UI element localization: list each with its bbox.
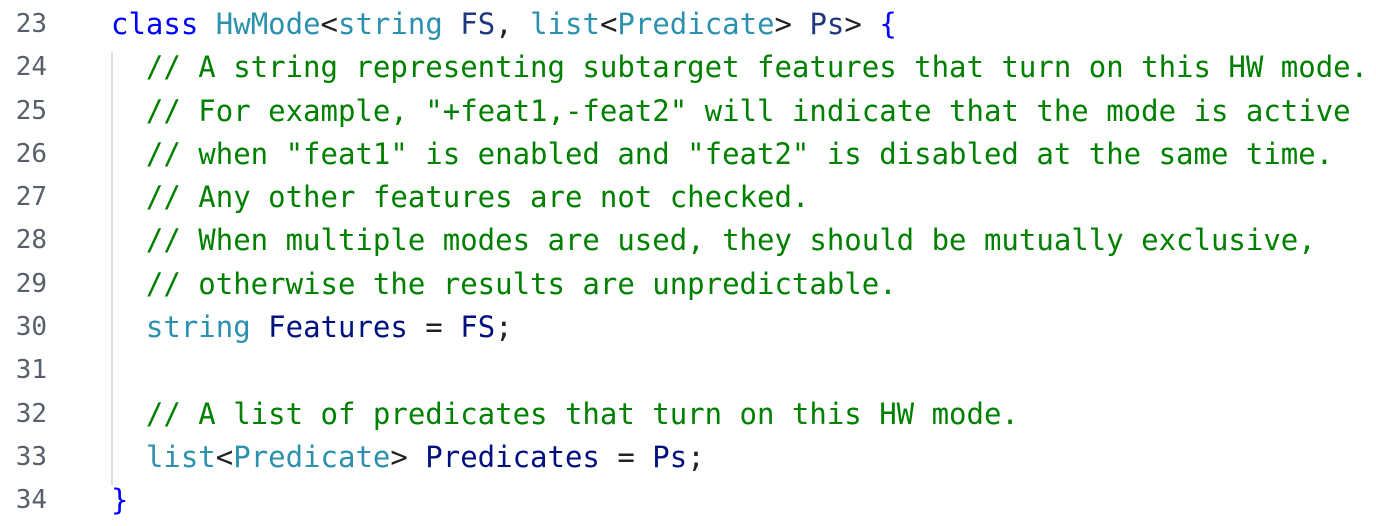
code-text: string Features = FS; xyxy=(111,306,513,349)
code-token-punct: ; xyxy=(687,439,705,474)
line-number: 34 xyxy=(15,485,47,516)
code-token-punct xyxy=(111,440,146,474)
code-token-punct: > xyxy=(390,439,426,474)
line-number: 28 xyxy=(15,225,47,256)
code-token-punct xyxy=(251,310,268,344)
code-text: class HwMode<string FS, list<Predicate> … xyxy=(111,3,897,46)
code-token-punct: ; xyxy=(495,310,513,345)
code-token-punct xyxy=(111,223,146,257)
code-line[interactable]: 25 // For example, "+feat1,-feat2" will … xyxy=(0,90,1376,133)
code-token-ident: Features xyxy=(268,310,408,345)
code-line[interactable]: 33 list<Predicate> Predicates = Ps; xyxy=(0,436,1376,479)
code-token-tparam: Ps xyxy=(809,7,845,41)
line-number: 26 xyxy=(15,138,47,169)
line-number: 27 xyxy=(15,182,47,213)
code-line[interactable]: 34} xyxy=(0,479,1376,522)
code-token-punct: = xyxy=(407,310,461,345)
code-line[interactable]: 32 // A list of predicates that turn on … xyxy=(0,393,1376,436)
code-token-comment: // When multiple modes are used, they sh… xyxy=(145,223,1316,258)
code-token-comment: // A list of predicates that turn on thi… xyxy=(145,396,1019,431)
code-token-punct xyxy=(111,310,146,344)
code-text: // When multiple modes are used, they sh… xyxy=(111,219,1316,262)
code-token-punct xyxy=(111,94,146,128)
code-token-punct xyxy=(111,397,146,431)
code-token-punct: < xyxy=(320,7,339,41)
code-line[interactable]: 23 class HwMode<string FS, list<Predicate… xyxy=(0,3,1376,46)
code-token-punct: , xyxy=(495,7,531,41)
code-token-comment: // Any other features are not checked. xyxy=(145,180,810,215)
code-token-type: string xyxy=(338,7,443,41)
code-token-brace: } xyxy=(111,483,129,518)
code-token-punct: > xyxy=(774,7,810,41)
code-token-ident: FS xyxy=(460,310,496,345)
code-token-punct xyxy=(198,7,215,41)
code-text: // Any other features are not checked. xyxy=(111,176,809,219)
code-line[interactable]: 26 // when "feat1" is enabled and "feat2… xyxy=(0,133,1376,176)
line-number: 25 xyxy=(15,95,47,126)
code-text: // A string representing subtarget featu… xyxy=(111,46,1368,89)
code-token-type: string xyxy=(145,310,251,345)
code-text: // A list of predicates that turn on thi… xyxy=(111,393,1019,436)
code-line[interactable]: 30 string Features = FS; xyxy=(0,306,1376,349)
code-text: } xyxy=(111,479,128,522)
code-token-kw: class xyxy=(111,7,199,41)
code-token-punct: > xyxy=(844,7,880,41)
code-token-type: list xyxy=(530,7,600,41)
code-token-comment: // otherwise the results are unpredictab… xyxy=(145,266,897,301)
code-text: // when "feat1" is enabled and "feat2" i… xyxy=(111,133,1333,176)
code-token-ident: Ps xyxy=(652,439,688,474)
code-token-punct: = xyxy=(599,439,653,474)
line-number: 31 xyxy=(15,355,47,386)
code-token-brace: { xyxy=(879,7,897,41)
code-token-type: list xyxy=(145,439,216,474)
code-token-punct xyxy=(443,7,460,41)
line-number: 23 xyxy=(15,9,47,39)
code-token-type: Predicate xyxy=(233,439,391,474)
line-number: 33 xyxy=(15,441,47,472)
code-token-punct xyxy=(111,50,146,84)
line-number: 32 xyxy=(15,398,47,429)
code-text: list<Predicate> Predicates = Ps; xyxy=(111,436,705,479)
line-number: 30 xyxy=(15,312,47,343)
code-line[interactable]: 28 // When multiple modes are used, they… xyxy=(0,219,1376,262)
code-editor[interactable]: 23 class HwMode<string FS, list<Predicate… xyxy=(0,3,1376,523)
code-token-punct: < xyxy=(215,439,234,474)
code-text: // For example, "+feat1,-feat2" will ind… xyxy=(111,90,1351,133)
line-number: 24 xyxy=(15,52,47,83)
code-line[interactable]: 27 // Any other features are not checked… xyxy=(0,176,1376,219)
code-token-tparam: FS xyxy=(460,7,496,41)
code-token-type: HwMode xyxy=(215,7,321,41)
code-token-comment: // when "feat1" is enabled and "feat2" i… xyxy=(145,136,1334,171)
line-number: 29 xyxy=(15,268,47,299)
code-token-punct: < xyxy=(599,7,618,41)
code-token-ident: Predicates xyxy=(425,439,600,474)
code-line[interactable]: 31 xyxy=(0,349,1376,392)
code-line[interactable]: 24 // A string representing subtarget fe… xyxy=(0,46,1376,89)
code-token-punct xyxy=(111,267,146,301)
code-line[interactable]: 29 // otherwise the results are unpredic… xyxy=(0,263,1376,306)
code-token-comment: // A string representing subtarget featu… xyxy=(145,50,1369,85)
code-token-type: Predicate xyxy=(617,7,775,41)
code-lines: 23 class HwMode<string FS, list<Predicate… xyxy=(0,3,1376,523)
code-token-comment: // For example, "+feat1,-feat2" will ind… xyxy=(145,93,1351,128)
code-text: // otherwise the results are unpredictab… xyxy=(111,263,897,306)
code-token-punct xyxy=(111,137,146,171)
code-token-punct xyxy=(111,180,146,214)
